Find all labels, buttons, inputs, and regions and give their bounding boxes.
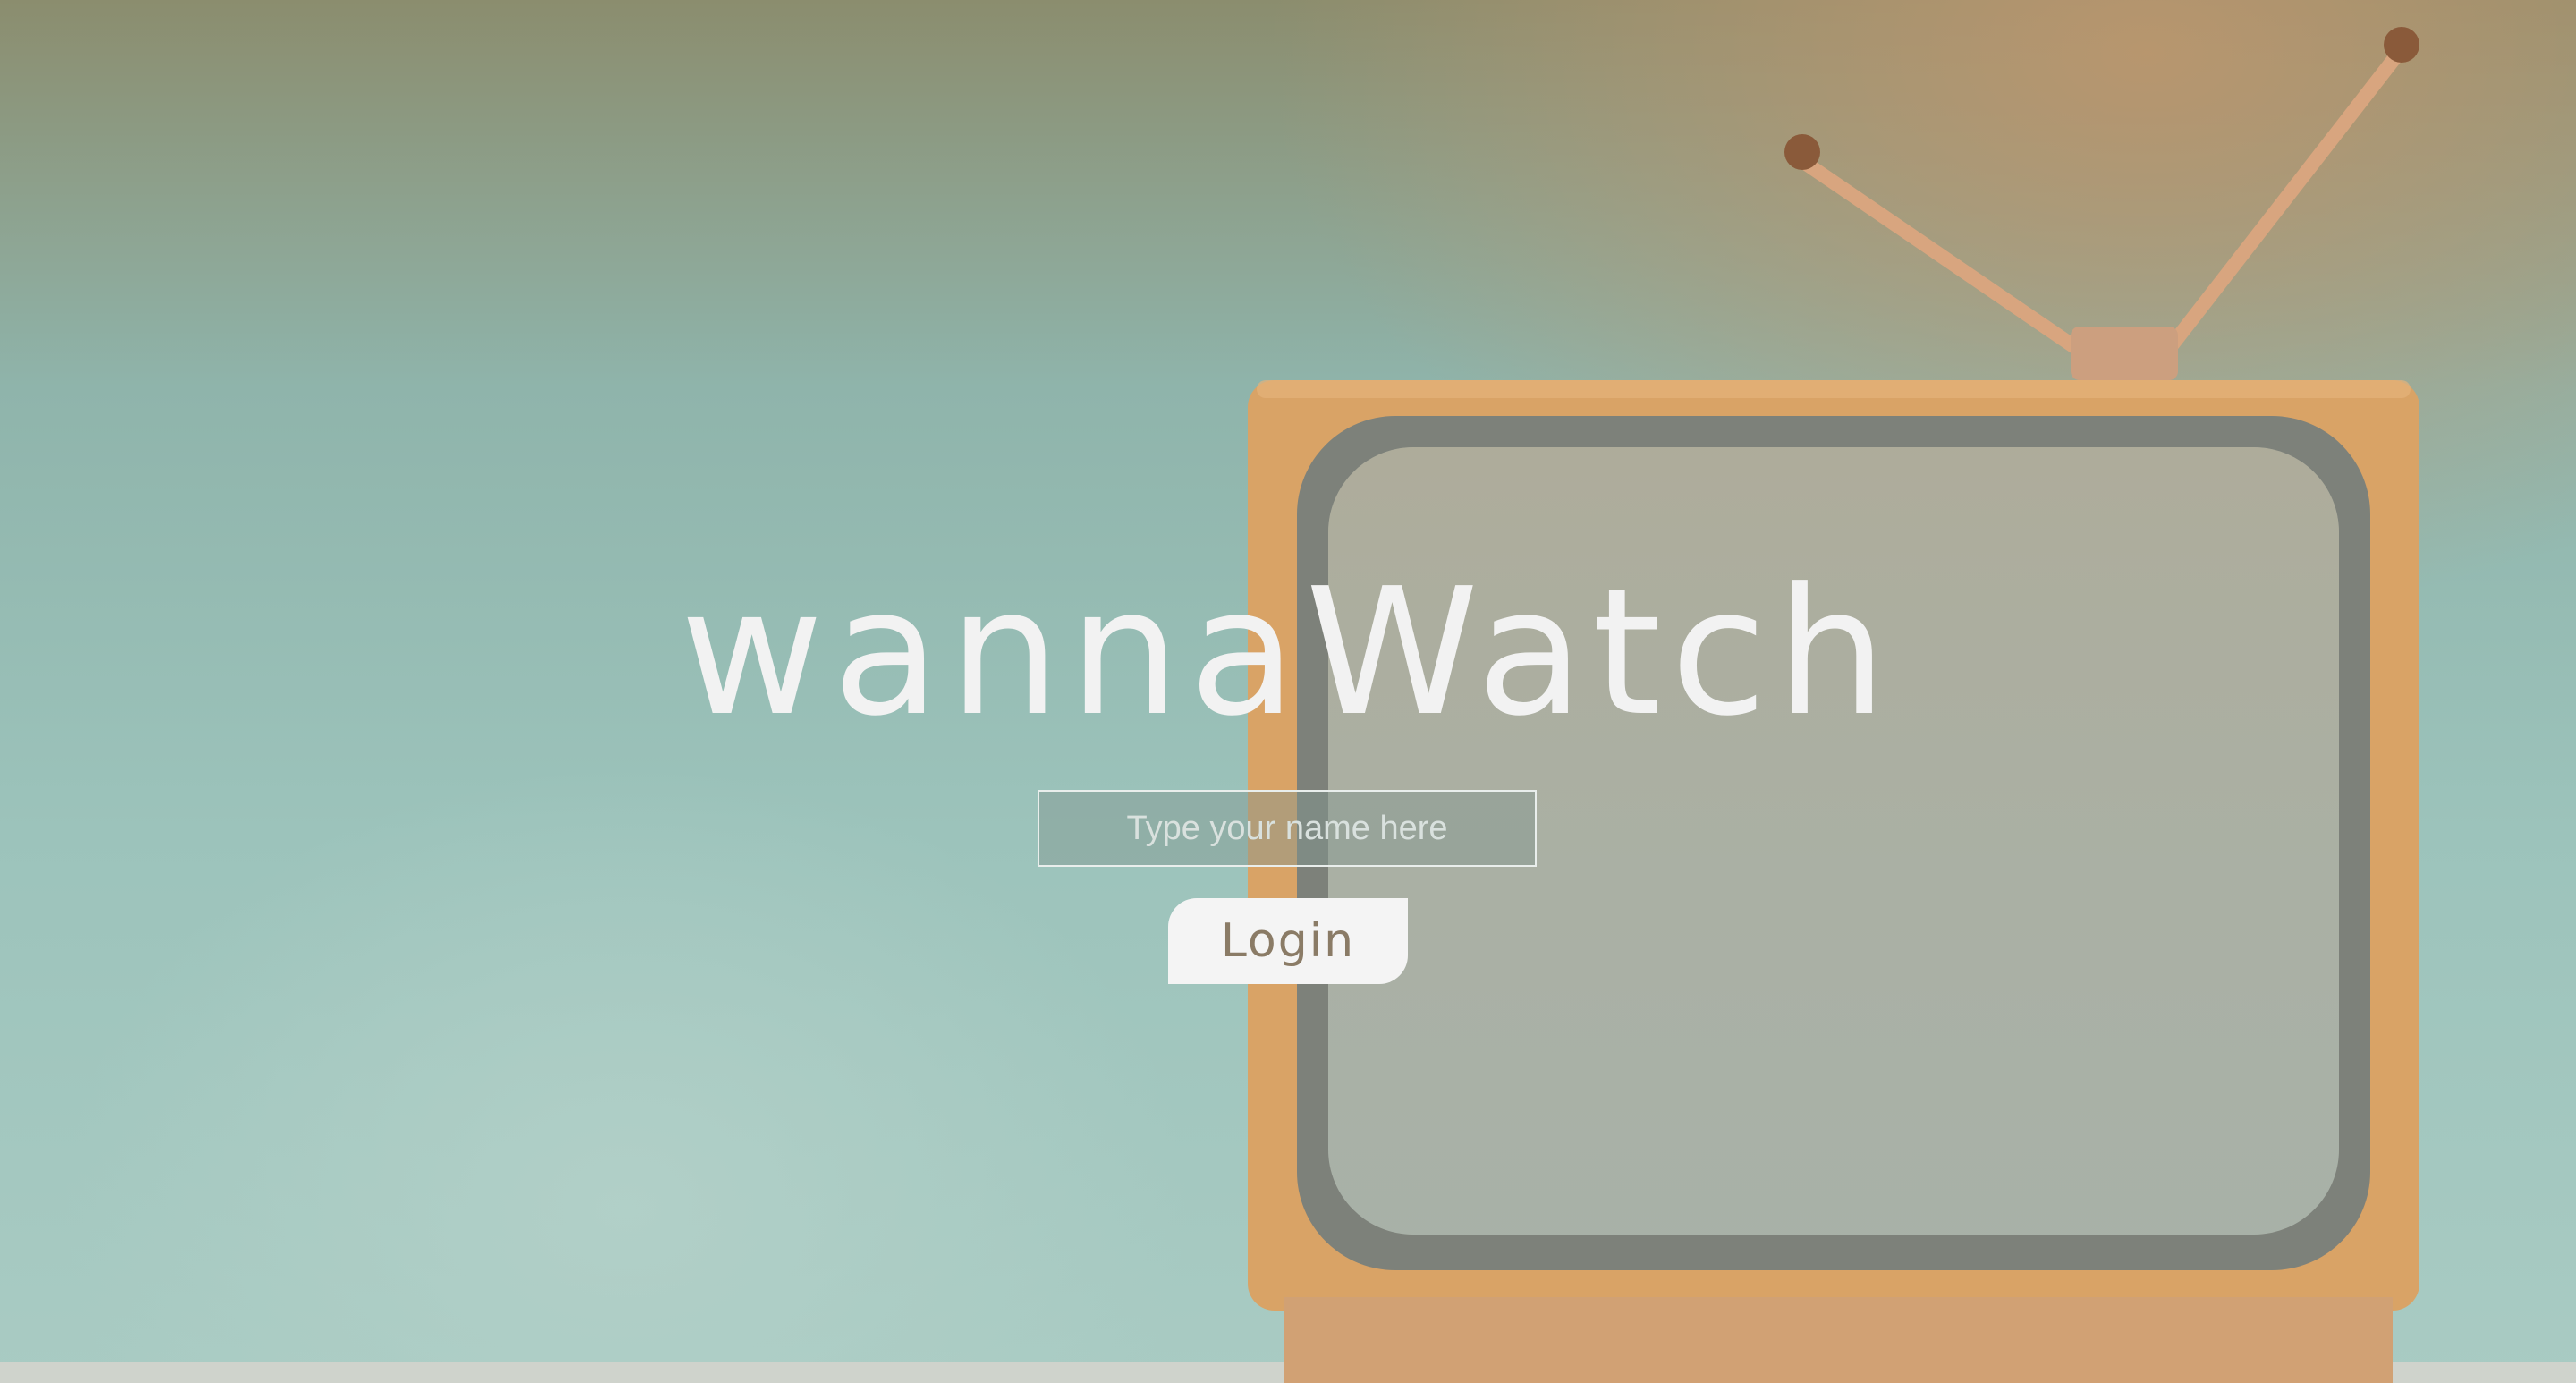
login-button[interactable]: Login	[1168, 898, 1408, 984]
app-title: wannaWatch	[680, 551, 1896, 755]
name-input[interactable]	[1038, 790, 1537, 867]
